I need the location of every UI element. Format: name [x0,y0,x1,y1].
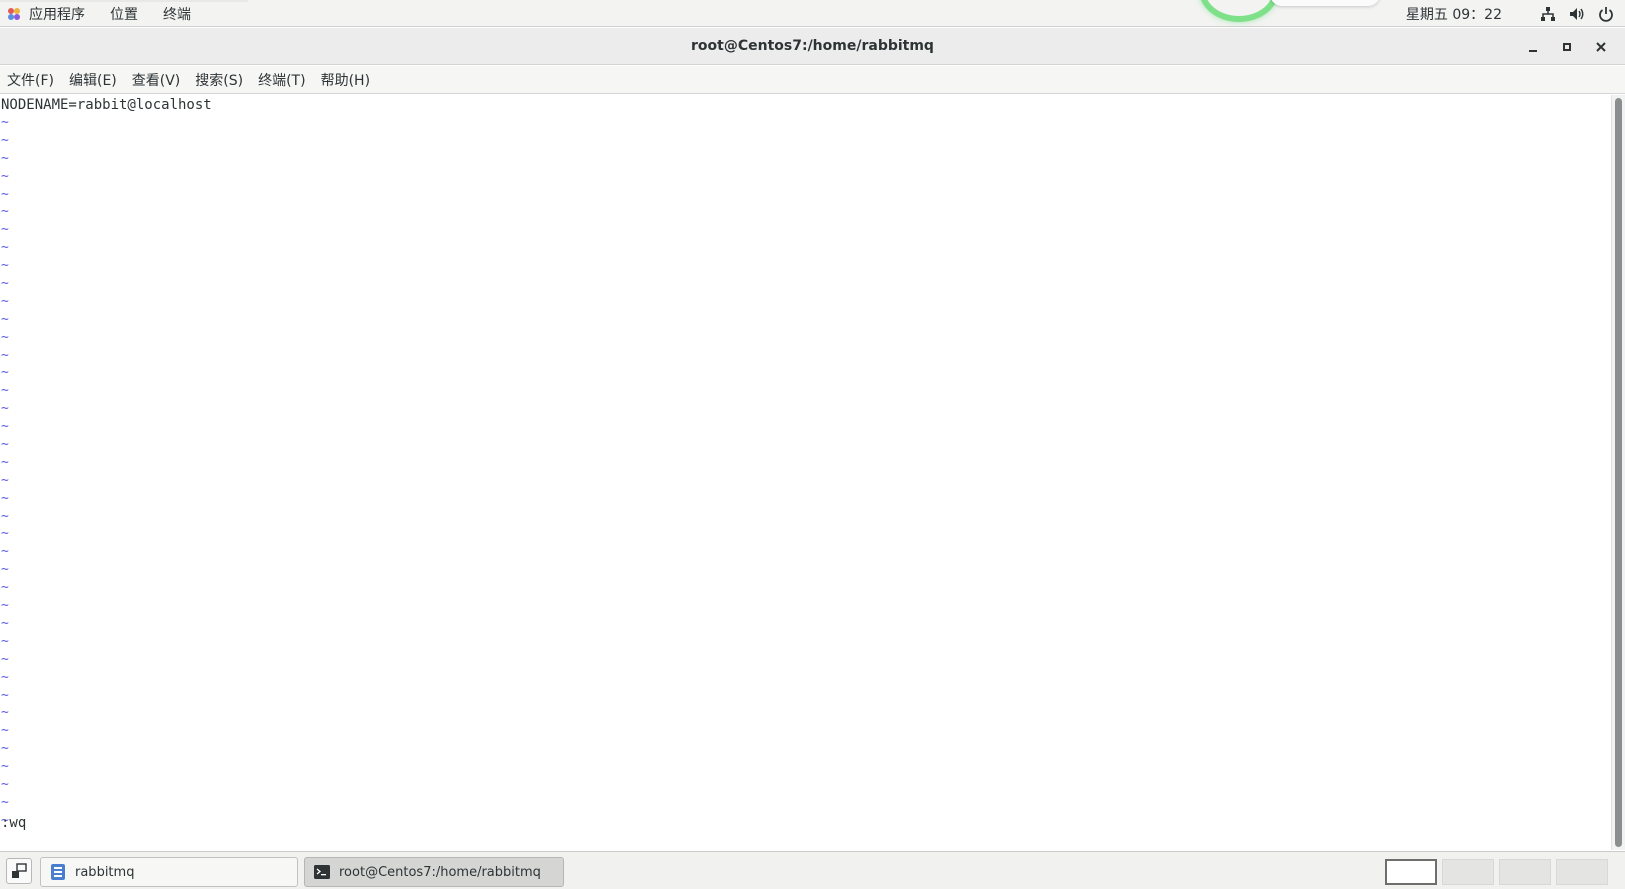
vim-tilde-line: ~ [1,186,9,202]
network-icon[interactable] [1539,5,1557,23]
file-content-line: NODENAME=rabbit@localhost [1,97,212,113]
vim-tilde-line: ~ [1,401,9,417]
vim-tilde-line: ~ [1,150,9,166]
vim-tilde-line: ~ [1,293,9,309]
vim-tilde-line: ~ [1,132,9,148]
minimize-icon [1529,49,1537,52]
vim-tilde-line: ~ [1,311,9,327]
vim-tilde-line: ~ [1,669,9,685]
vim-tilde-line: ~ [1,741,9,757]
workspace-1[interactable] [1385,859,1437,885]
vim-command-line[interactable]: :wq [1,814,26,832]
vim-tilde-line: ~ [1,633,9,649]
workspace-3[interactable] [1499,859,1551,885]
vim-tilde-line: ~ [1,759,9,775]
workspace-2[interactable] [1442,859,1494,885]
vim-tilde-line: ~ [1,204,9,220]
close-icon [1596,41,1606,52]
applications-icon[interactable] [6,6,22,22]
vim-tilde-line: ~ [1,651,9,667]
menu-help[interactable]: 帮助(H) [321,70,370,90]
vim-tilde-line: ~ [1,222,9,238]
file-manager-icon [49,863,67,881]
vim-tilde-line: ~ [1,329,9,345]
top-panel-right: 星期五 09：22 [1406,0,1615,27]
taskbar-item-terminal[interactable]: root@Centos7:/home/rabbitmq [304,857,564,887]
terminal-content[interactable]: NODENAME=rabbit@localhost ~ ~ ~ ~ ~ ~ ~ ~ ~ ~ ~ ~ ~ ~… [0,95,1611,850]
cursor-highlight-ring [1199,0,1279,22]
vim-tilde-line: ~ [1,347,9,363]
applications-menu[interactable]: 应用程序 [29,4,85,24]
vim-tilde-line: ~ [1,723,9,739]
vim-tilde-line: ~ [1,562,9,578]
vim-tilde-line: ~ [1,454,9,470]
volume-icon[interactable] [1568,5,1586,23]
vim-tilde-line: ~ [1,115,9,130]
notification-bubble [1270,0,1380,6]
window-titlebar[interactable]: root@Centos7:/home/rabbitmq [0,28,1625,65]
maximize-icon [1563,42,1571,51]
vim-tilde-line: ~ [1,544,9,560]
vim-tilde-line: ~ [1,776,9,792]
vim-tilde-line: ~ [1,526,9,542]
vim-tilde-line: ~ [1,276,9,292]
top-panel: 应用程序 位置 终端 星期五 09：22 [0,0,1625,27]
vim-tilde-line: ~ [1,472,9,488]
vim-tilde-line: ~ [1,437,9,453]
taskbar-item-label: root@Centos7:/home/rabbitmq [339,864,541,880]
vim-tilde-line: ~ [1,705,9,721]
workspace-4[interactable] [1556,859,1608,885]
window-title: root@Centos7:/home/rabbitmq [691,38,934,54]
vim-tilde-line: ~ [1,687,9,703]
taskbar-item-label: rabbitmq [75,864,135,880]
vim-tilde-line: ~ [1,615,9,631]
show-desktop-icon [12,863,27,878]
menu-view[interactable]: 查看(V) [132,70,181,90]
terminal-app-menu[interactable]: 终端 [163,4,191,24]
taskbar-item-rabbitmq[interactable]: rabbitmq [40,857,298,887]
terminal-menubar: 文件(F) 编辑(E) 查看(V) 搜索(S) 终端(T) 帮助(H) [0,66,1625,94]
places-menu[interactable]: 位置 [110,4,138,24]
vim-tilde-line: ~ [1,258,9,274]
close-button[interactable] [1587,33,1615,61]
window-controls [1513,28,1615,65]
vim-tilde-line: ~ [1,580,9,596]
menu-edit[interactable]: 编辑(E) [69,70,117,90]
vim-tilde-line: ~ [1,490,9,506]
clock[interactable]: 星期五 09：22 [1406,4,1502,24]
terminal-scrollbar[interactable] [1611,95,1625,850]
power-icon[interactable] [1597,5,1615,23]
menu-terminal[interactable]: 终端(T) [258,70,305,90]
vim-tilde-line: ~ [1,794,9,810]
bottom-taskbar: rabbitmq root@Centos7:/home/rabbitmq [0,851,1625,889]
terminal-icon [313,863,331,881]
vim-tilde-line: ~ [1,598,9,614]
top-panel-left: 应用程序 位置 终端 [6,0,216,27]
maximize-button[interactable] [1553,33,1581,61]
minimize-button[interactable] [1519,33,1547,61]
menu-search[interactable]: 搜索(S) [195,70,243,90]
menu-file[interactable]: 文件(F) [7,70,54,90]
scrollbar-thumb[interactable] [1615,98,1622,847]
vim-tilde-line: ~ [1,168,9,184]
vim-empty-lines: ~ ~ ~ ~ ~ ~ ~ ~ ~ ~ ~ ~ ~ ~ ~ ~ ~ ~ ~ ~ ~ ~ ~ ~ ~ ~ ~ ~ ~ ~ ~ ~ ~ ~ ~ ~ ~ ~ ~ ~ [1,114,15,830]
show-desktop-button[interactable] [6,858,32,884]
vim-tilde-line: ~ [1,240,9,256]
vim-tilde-line: ~ [1,383,9,399]
vim-tilde-line: ~ [1,508,9,524]
vim-tilde-line: ~ [1,419,9,435]
vim-tilde-line: ~ [1,365,9,381]
